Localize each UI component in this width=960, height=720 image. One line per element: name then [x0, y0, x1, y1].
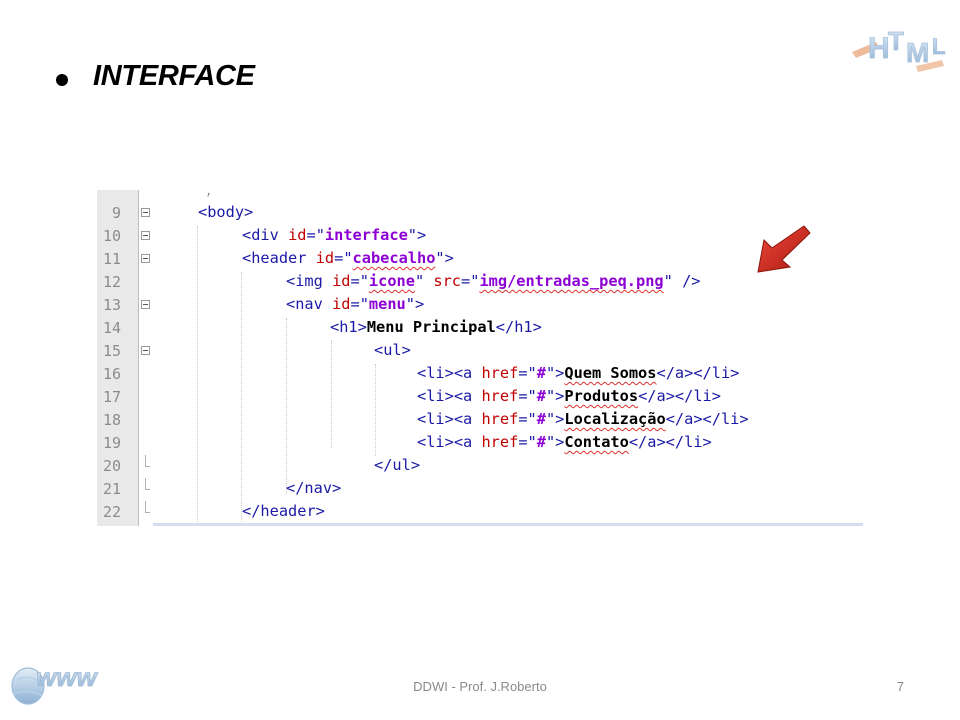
code-line: 15 <ul>: [102, 341, 411, 360]
svg-text:T: T: [888, 26, 904, 56]
html-logo-icon: H T M L: [852, 26, 946, 72]
code-line: 18 <li><a href="#">Localização</a></li>: [102, 410, 749, 429]
code-line: 11 <header id="cabecalho">: [102, 249, 454, 268]
code-line: 12 <img id="icone" src="img/entradas_peq…: [102, 272, 701, 291]
code-line: 22 </header>: [102, 501, 325, 521]
fold-end-marker: [145, 478, 150, 490]
code-line: 9 <body>: [111, 203, 254, 222]
code-line: 19 <li><a href="#">Contato</a></li>: [102, 433, 712, 452]
fold-toggle-icon[interactable]: [141, 208, 150, 217]
svg-text:L: L: [932, 34, 945, 59]
page-number: 7: [896, 679, 904, 694]
fold-toggle-icon[interactable]: [141, 254, 150, 263]
code-line: 21 </nav>: [102, 478, 342, 498]
fold-toggle-icon[interactable]: [141, 346, 150, 355]
slide-title: INTERFACE: [93, 60, 255, 92]
red-arrow-icon: [757, 225, 811, 273]
fold-end-marker: [145, 455, 150, 467]
code-line: 17 <li><a href="#">Produtos</a></li>: [102, 387, 721, 406]
code-line: 10 <div id="interface">: [102, 226, 427, 245]
code-line: 13 <nav id="menu">: [102, 295, 425, 314]
fold-end-marker: [145, 501, 150, 513]
code-line: 14 <h1>Menu Principal</h1>: [102, 318, 542, 337]
code-editor-screenshot: , 9 <body> 10 <div id="interface"> 11 <h…: [97, 190, 863, 526]
svg-text:M: M: [906, 37, 929, 68]
fold-toggle-icon[interactable]: [141, 300, 150, 309]
bullet-point: [56, 74, 68, 86]
code-line: 16 <li><a href="#">Quem Somos</a></li>: [102, 364, 740, 383]
slide-footer: DDWI - Prof. J.Roberto: [413, 679, 547, 694]
code-line: 20 </ul>: [102, 455, 421, 475]
fold-toggle-icon[interactable]: [141, 231, 150, 240]
svg-text:H: H: [868, 32, 890, 65]
